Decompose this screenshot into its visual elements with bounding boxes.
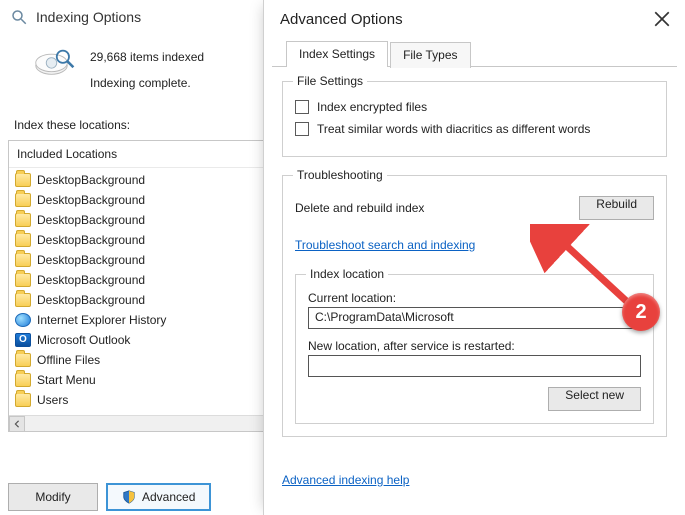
file-settings-group: File Settings Index encrypted files Trea… [282, 81, 667, 157]
scroll-left-button[interactable] [9, 416, 25, 432]
list-item-label: DesktopBackground [37, 273, 145, 287]
checkbox-icon[interactable] [295, 122, 309, 136]
list-item-label: Microsoft Outlook [37, 333, 130, 347]
delete-rebuild-label: Delete and rebuild index [295, 201, 424, 215]
index-encrypted-label: Index encrypted files [317, 100, 427, 114]
diacritics-label: Treat similar words with diacritics as d… [317, 122, 590, 136]
new-location-field[interactable] [308, 355, 641, 377]
globe-icon [15, 313, 31, 327]
troubleshoot-link[interactable]: Troubleshoot search and indexing [295, 238, 475, 252]
items-indexed-label: 29,668 items indexed [90, 50, 204, 64]
checkbox-icon[interactable] [295, 100, 309, 114]
advanced-help-link[interactable]: Advanced indexing help [282, 473, 409, 487]
index-location-group: Index location Current location: C:\Prog… [295, 274, 654, 424]
folder-icon [15, 373, 31, 387]
list-item-label: DesktopBackground [37, 213, 145, 227]
advanced-title: Advanced Options [280, 11, 403, 28]
diacritics-row[interactable]: Treat similar words with diacritics as d… [295, 122, 654, 136]
list-item-label: DesktopBackground [37, 233, 145, 247]
shield-icon [122, 490, 136, 504]
folder-icon [15, 353, 31, 367]
list-item-label: Users [37, 393, 68, 407]
modify-button[interactable]: Modify [8, 483, 98, 511]
close-icon[interactable] [653, 10, 671, 28]
troubleshooting-legend: Troubleshooting [293, 168, 387, 182]
indexing-bottom-buttons: Modify Advanced [8, 483, 211, 511]
select-new-label: Select new [565, 388, 624, 402]
folder-icon [15, 273, 31, 287]
advanced-button[interactable]: Advanced [106, 483, 211, 511]
advanced-button-label: Advanced [142, 490, 195, 504]
folder-icon [15, 193, 31, 207]
list-item-label: DesktopBackground [37, 253, 145, 267]
magnifier-icon [10, 8, 28, 26]
advanced-options-window: Advanced Options Index Settings File Typ… [263, 0, 685, 515]
folder-icon [15, 393, 31, 407]
modify-button-label: Modify [35, 490, 70, 504]
list-item-label: DesktopBackground [37, 293, 145, 307]
file-settings-legend: File Settings [293, 74, 367, 88]
advanced-tabs: Index Settings File Types [272, 40, 677, 67]
folder-icon [15, 213, 31, 227]
folder-icon [15, 233, 31, 247]
list-item-label: Start Menu [37, 373, 96, 387]
list-item-label: Internet Explorer History [37, 313, 166, 327]
tab-index-settings[interactable]: Index Settings [286, 41, 388, 67]
outlook-icon [15, 333, 31, 347]
list-item-label: DesktopBackground [37, 173, 145, 187]
current-location-label: Current location: [308, 291, 641, 305]
advanced-tab-body: File Settings Index encrypted files Trea… [264, 67, 685, 465]
indexing-complete-label: Indexing complete. [90, 76, 204, 90]
current-location-field[interactable]: C:\ProgramData\Microsoft [308, 307, 641, 329]
list-item-label: Offline Files [37, 353, 100, 367]
select-new-button[interactable]: Select new [548, 387, 641, 411]
folder-icon [15, 253, 31, 267]
folder-icon [15, 173, 31, 187]
new-location-label: New location, after service is restarted… [308, 339, 641, 353]
rebuild-button[interactable]: Rebuild [579, 196, 654, 220]
indexing-title: Indexing Options [36, 9, 141, 25]
index-location-legend: Index location [306, 267, 388, 281]
index-encrypted-row[interactable]: Index encrypted files [295, 100, 654, 114]
drive-magnifier-icon [34, 48, 76, 78]
troubleshooting-group: Troubleshooting Delete and rebuild index… [282, 175, 667, 437]
folder-icon [15, 293, 31, 307]
advanced-titlebar: Advanced Options [264, 0, 685, 40]
tab-file-types[interactable]: File Types [390, 42, 470, 68]
rebuild-button-label: Rebuild [596, 197, 637, 211]
list-item-label: DesktopBackground [37, 193, 145, 207]
